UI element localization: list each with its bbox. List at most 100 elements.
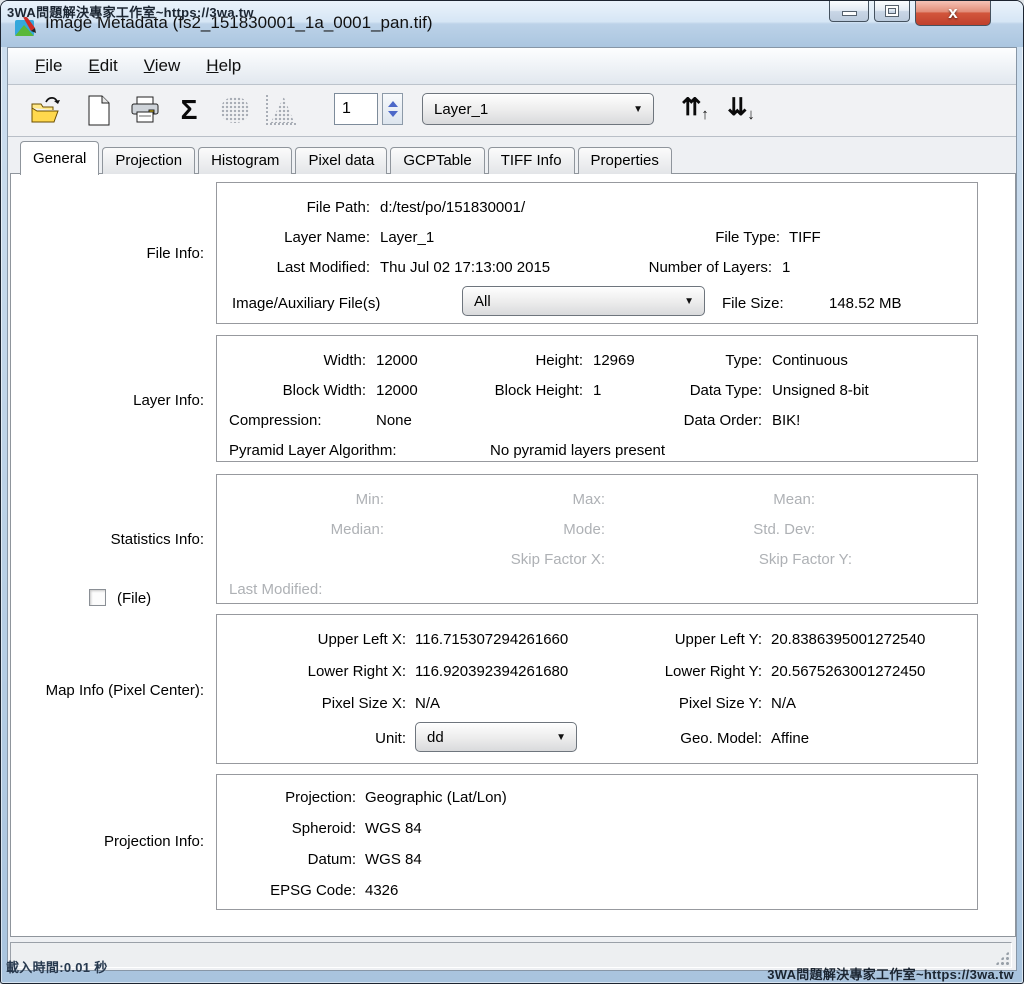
layer-number-stepper[interactable]	[382, 93, 403, 125]
spheroid-value: WGS 84	[365, 820, 422, 837]
chevron-down-icon: ▼	[633, 104, 643, 115]
lower-right-y-label: Lower Right Y:	[665, 663, 762, 680]
spheroid-label: Spheroid:	[292, 820, 356, 837]
tab-gcptable[interactable]: GCPTable	[390, 147, 484, 174]
file-size-value: 148.52 MB	[829, 295, 902, 312]
block-width-label: Block Width:	[283, 382, 366, 399]
toolbar: Σ 1 Layer_1	[8, 85, 1016, 137]
file-path-label: File Path:	[307, 199, 370, 216]
data-type-label: Data Type:	[690, 382, 762, 399]
max-label: Max:	[572, 491, 605, 508]
block-height-value: 1	[593, 382, 601, 399]
type-label: Type:	[725, 352, 762, 369]
close-button[interactable]: x	[915, 1, 991, 26]
block-width-value: 12000	[376, 382, 418, 399]
file-checkbox-label: (File)	[117, 590, 151, 607]
dotted-pyramid-icon	[221, 97, 249, 123]
layer-select[interactable]: Layer_1 ▼	[422, 93, 654, 125]
pyramid-value: No pyramid layers present	[490, 442, 665, 459]
general-tab-page: File Info: Layer Info: Statistics Info: …	[10, 173, 1016, 937]
pixel-size-x-label: Pixel Size X:	[322, 695, 406, 712]
file-statistics-checkbox[interactable]	[89, 589, 106, 606]
projection-info-group: Projection: Geographic (Lat/Lon) Spheroi…	[216, 774, 978, 910]
last-modified-label: Last Modified:	[277, 259, 370, 276]
pyramid-label: Pyramid Layer Algorithm:	[229, 442, 397, 459]
type-value: Continuous	[772, 352, 848, 369]
std-dev-label: Std. Dev:	[753, 521, 815, 538]
min-label: Min:	[356, 491, 384, 508]
tab-pixel-data[interactable]: Pixel data	[295, 147, 387, 174]
skip-factor-x-label: Skip Factor X:	[511, 551, 605, 568]
tab-general[interactable]: General	[20, 141, 99, 175]
upper-left-y-label: Upper Left Y:	[675, 631, 762, 648]
new-file-button[interactable]	[82, 92, 116, 128]
move-layer-up-button[interactable]: ⇈ ↑	[676, 93, 714, 127]
lower-right-x-label: Lower Right X:	[308, 663, 406, 680]
tab-histogram[interactable]: Histogram	[198, 147, 292, 174]
statistics-button[interactable]: Σ	[172, 92, 206, 128]
width-value: 12000	[376, 352, 418, 369]
pyramid-layers-button-disabled	[218, 92, 252, 128]
data-order-label: Data Order:	[684, 412, 762, 429]
minimize-button[interactable]	[829, 1, 869, 22]
layer-select-value: Layer_1	[434, 101, 488, 118]
histogram-button-disabled	[264, 92, 298, 128]
tab-tiff-info[interactable]: TIFF Info	[488, 147, 575, 174]
tab-bar: General Projection Histogram Pixel data …	[20, 139, 675, 174]
datum-label: Datum:	[308, 851, 356, 868]
menu-help[interactable]: Help	[193, 52, 254, 80]
tab-projection[interactable]: Projection	[102, 147, 195, 174]
print-button[interactable]	[128, 92, 162, 128]
window-controls: x	[829, 1, 991, 26]
maximize-icon	[886, 6, 898, 16]
pixel-size-y-value: N/A	[771, 695, 796, 712]
median-label: Median:	[331, 521, 384, 538]
minimize-icon	[843, 12, 856, 15]
block-height-label: Block Height:	[495, 382, 583, 399]
geo-model-value: Affine	[771, 730, 809, 747]
stats-last-modified-label: Last Modified:	[229, 581, 322, 598]
number-of-layers-value: 1	[782, 259, 790, 276]
file-type-value: TIFF	[789, 229, 821, 246]
statistics-info-label: Statistics Info:	[111, 531, 204, 548]
upper-left-y-value: 20.8386395001272540	[771, 631, 925, 648]
move-layer-down-button[interactable]: ⇊ ↓	[722, 93, 760, 127]
number-of-layers-label: Number of Layers:	[649, 259, 772, 276]
menu-view[interactable]: View	[131, 52, 194, 80]
data-order-value: BIK!	[772, 412, 800, 429]
layer-number-spinner: 1	[334, 93, 403, 125]
mean-label: Mean:	[773, 491, 815, 508]
compression-label: Compression:	[229, 412, 322, 429]
lower-right-x-value: 116.920392394261680	[415, 663, 568, 680]
file-info-label: File Info:	[146, 245, 204, 262]
epsg-code-value: 4326	[365, 882, 398, 899]
layer-number-input[interactable]: 1	[334, 93, 378, 125]
tab-properties[interactable]: Properties	[578, 147, 672, 174]
compression-value: None	[376, 412, 412, 429]
watermark-top-left: 3WA問題解決專家工作室~https://3wa.tw	[7, 2, 254, 21]
layer-info-group: Width: 12000 Height: 12969 Type: Continu…	[216, 335, 978, 462]
layer-name-label: Layer Name:	[284, 229, 370, 246]
unit-select[interactable]: dd ▼	[415, 722, 577, 752]
maximize-button[interactable]	[874, 1, 910, 22]
menu-edit[interactable]: Edit	[75, 52, 130, 80]
last-modified-value: Thu Jul 02 17:13:00 2015	[380, 259, 550, 276]
upper-left-x-value: 116.715307294261660	[415, 631, 568, 648]
pixel-size-x-value: N/A	[415, 695, 440, 712]
open-file-button[interactable]	[28, 92, 62, 128]
resize-grip[interactable]	[995, 951, 1009, 965]
new-document-icon	[87, 95, 111, 126]
layer-info-label: Layer Info:	[133, 392, 204, 409]
dotted-histogram-icon	[266, 95, 296, 125]
menu-file[interactable]: File	[22, 52, 75, 80]
small-down-arrow-icon: ↓	[747, 100, 755, 130]
aux-files-select[interactable]: All ▼	[462, 286, 705, 316]
map-info-group: Upper Left X: 116.715307294261660 Upper …	[216, 614, 978, 764]
geo-model-label: Geo. Model:	[680, 730, 762, 747]
aux-files-select-value: All	[474, 293, 491, 310]
chevron-down-icon: ▼	[556, 732, 566, 743]
layer-name-value: Layer_1	[380, 229, 434, 246]
file-type-label: File Type:	[715, 229, 780, 246]
epsg-code-label: EPSG Code:	[270, 882, 356, 899]
map-info-label: Map Info (Pixel Center):	[46, 682, 204, 699]
